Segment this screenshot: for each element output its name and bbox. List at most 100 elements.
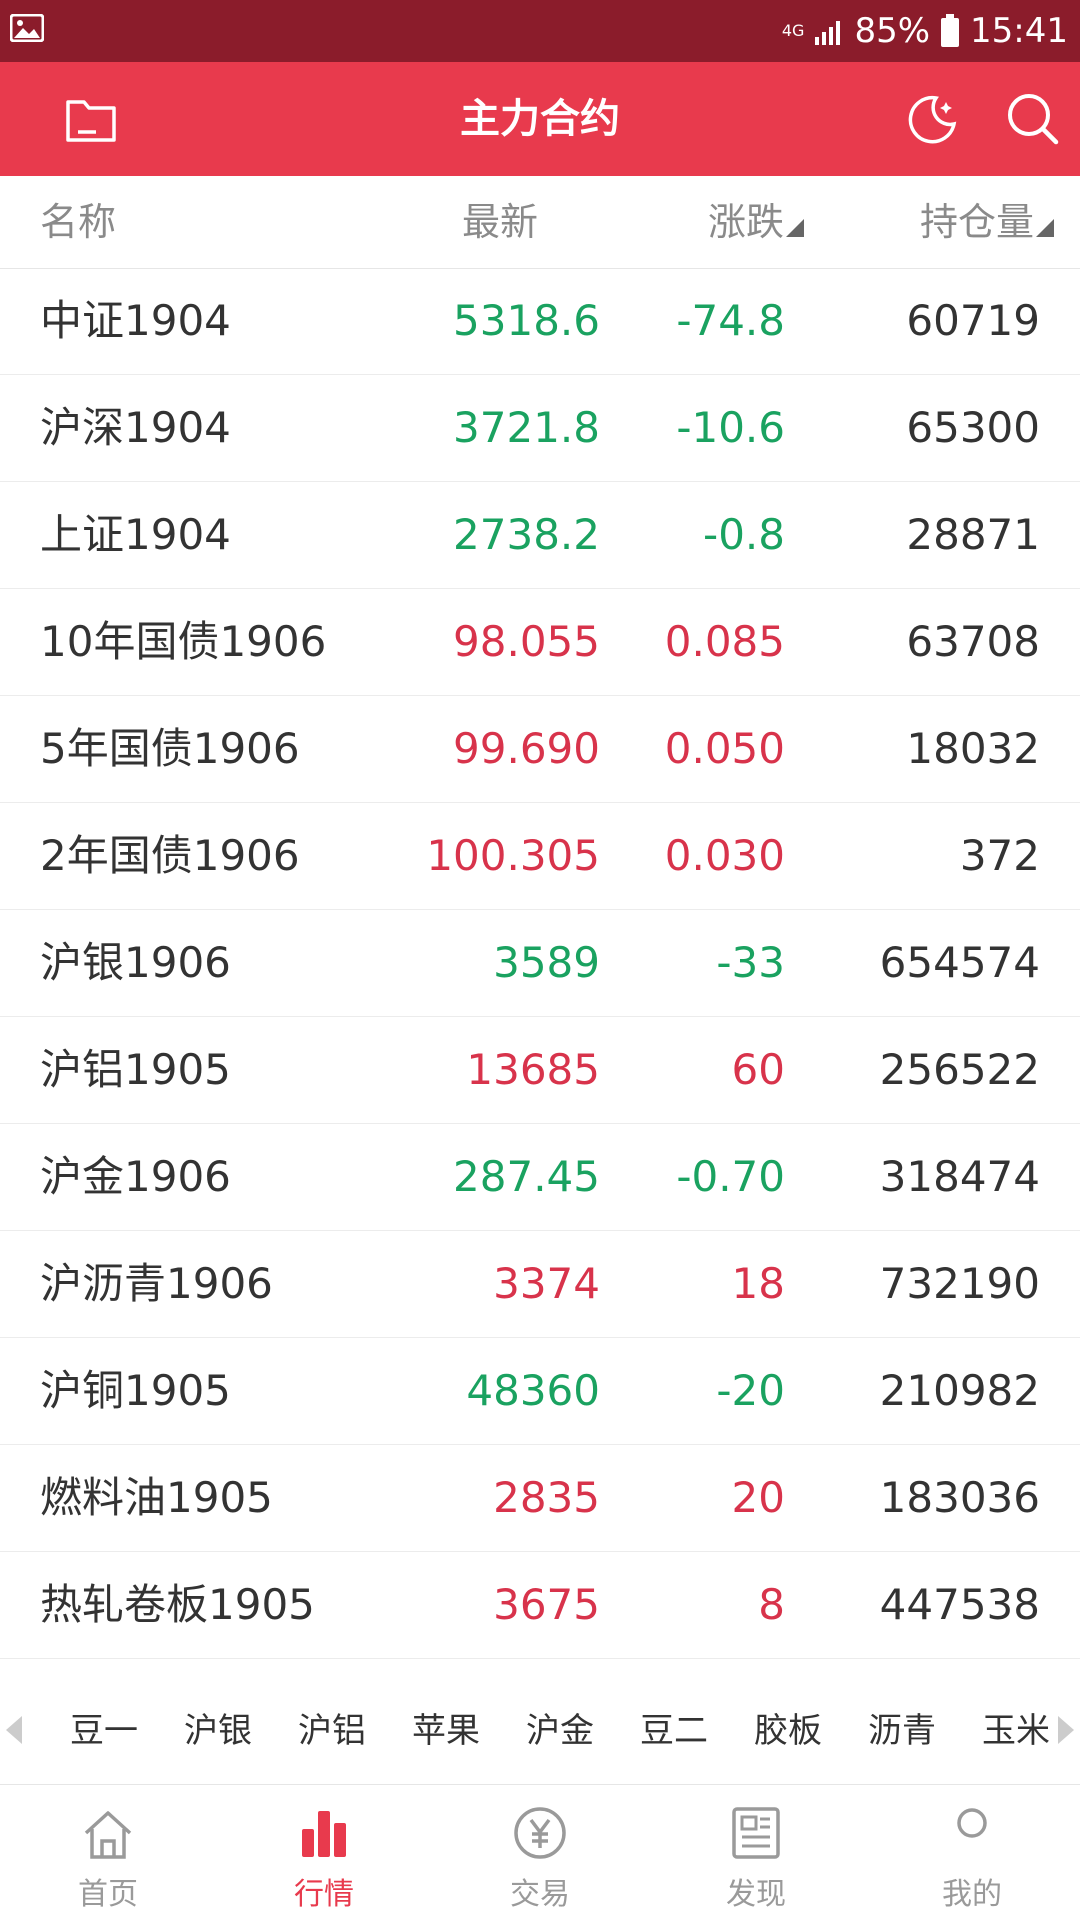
open-interest: 256522 (879, 1045, 1040, 1094)
contract-name: 沪银1906 (40, 938, 231, 987)
open-interest: 372 (959, 831, 1040, 880)
category-tab[interactable]: 胶板 (754, 1700, 822, 1762)
price-change: 60 (731, 1045, 785, 1094)
contract-name: 沪深1904 (40, 403, 231, 452)
nav-label: 首页 (78, 1877, 138, 1912)
contract-name: 10年国债1906 (40, 617, 327, 666)
quote-row[interactable]: 沪金1906 287.45 -0.70 318474 (0, 1124, 1080, 1231)
quote-row[interactable]: 沪深1904 3721.8 -10.6 65300 (0, 375, 1080, 482)
last-price: 2835 (493, 1473, 600, 1522)
price-change: 0.085 (664, 617, 785, 666)
quote-list: 中证1904 5318.6 -74.8 60719 沪深1904 3721.8 -10.6 6… (0, 268, 1080, 1659)
last-price: 99.690 (453, 724, 600, 773)
night-mode-icon[interactable] (902, 90, 960, 148)
price-change: 20 (731, 1473, 785, 1522)
category-tab[interactable]: 豆一 (70, 1700, 138, 1762)
nav-item-3[interactable]: 发现 (648, 1785, 864, 1921)
scroll-left-icon[interactable] (6, 1716, 22, 1744)
price-change: 8 (758, 1580, 785, 1629)
quote-row[interactable]: 中证1904 5318.6 -74.8 60719 (0, 268, 1080, 375)
quote-row[interactable]: 2年国债1906 100.305 0.030 372 (0, 803, 1080, 910)
contract-name: 中证1904 (40, 296, 231, 345)
contract-name: 沪铜1905 (40, 1366, 231, 1415)
bottom-navigation: 首页 行情 交易 发现 我的 (0, 1784, 1080, 1921)
image-notification-icon (10, 14, 44, 42)
quote-row[interactable]: 沪铜1905 48360 -20 210982 (0, 1338, 1080, 1445)
quote-row[interactable]: 5年国债1906 99.690 0.050 18032 (0, 696, 1080, 803)
column-last-header: 最新 (461, 200, 538, 244)
home-icon (84, 1811, 132, 1859)
last-price: 3374 (493, 1259, 600, 1308)
last-price: 48360 (466, 1366, 600, 1415)
price-change: -74.8 (676, 296, 785, 345)
signal-icon (815, 21, 841, 45)
column-change-label: 涨跌 (707, 200, 784, 244)
contract-name: 上证1904 (40, 510, 231, 559)
nav-item-0[interactable]: 首页 (0, 1785, 216, 1921)
last-price: 287.45 (453, 1152, 600, 1201)
open-interest: 447538 (879, 1580, 1040, 1629)
category-tab-bar: 豆一 沪银 沪铝 苹果 沪金 豆二 胶板 沥青 玉米 (0, 1700, 1080, 1762)
nav-item-2[interactable]: 交易 (432, 1785, 648, 1921)
market-chart-icon (302, 1811, 346, 1857)
last-price: 98.055 (453, 617, 600, 666)
contract-name: 沪金1906 (40, 1152, 231, 1201)
nav-label: 行情 (294, 1877, 354, 1912)
last-price: 3675 (493, 1580, 600, 1629)
open-interest: 65300 (906, 403, 1040, 452)
quote-row[interactable]: 沪铝1905 13685 60 256522 (0, 1017, 1080, 1124)
price-change: -0.70 (676, 1152, 785, 1201)
category-tab[interactable]: 苹果 (412, 1700, 480, 1762)
quote-row[interactable]: 沪银1906 3589 -33 654574 (0, 910, 1080, 1017)
quote-row[interactable]: 热轧卷板1905 3675 8 447538 (0, 1552, 1080, 1659)
price-change: 0.030 (664, 831, 785, 880)
contract-name: 沪铝1905 (40, 1045, 231, 1094)
price-change: 0.050 (664, 724, 785, 773)
category-tab[interactable]: 沪铝 (298, 1700, 366, 1762)
user-icon (957, 1808, 987, 1838)
nav-label: 发现 (726, 1877, 786, 1912)
last-price: 3589 (493, 938, 600, 987)
nav-item-1[interactable]: 行情 (216, 1785, 432, 1921)
open-interest: 63708 (906, 617, 1040, 666)
quote-row[interactable]: 燃料油1905 2835 20 183036 (0, 1445, 1080, 1552)
price-change: -10.6 (676, 403, 785, 452)
open-interest: 732190 (879, 1259, 1040, 1308)
open-interest: 654574 (879, 938, 1040, 987)
column-oi-label: 持仓量 (919, 200, 1034, 244)
category-tab[interactable]: 沪银 (184, 1700, 252, 1762)
scroll-right-icon[interactable] (1058, 1716, 1074, 1744)
contract-name: 燃料油1905 (40, 1473, 273, 1522)
battery-percent: 85% (854, 11, 931, 51)
nav-item-4[interactable]: 我的 (864, 1785, 1080, 1921)
last-price: 100.305 (426, 831, 600, 880)
category-tab[interactable]: 玉米 (982, 1700, 1050, 1762)
nav-label: 交易 (510, 1877, 570, 1912)
price-change: -33 (716, 938, 785, 987)
open-interest: 210982 (879, 1366, 1040, 1415)
status-bar: 4G 85% 15:41 (0, 0, 1080, 62)
column-change-header[interactable]: 涨跌 (708, 176, 804, 268)
quote-row[interactable]: 10年国债1906 98.055 0.085 63708 (0, 589, 1080, 696)
price-change: -0.8 (703, 510, 785, 559)
sort-indicator-icon (1036, 219, 1054, 237)
price-change: -20 (716, 1366, 785, 1415)
quote-row[interactable]: 沪沥青1906 3374 18 732190 (0, 1231, 1080, 1338)
category-tab[interactable]: 豆二 (640, 1700, 708, 1762)
nav-label: 我的 (942, 1877, 1002, 1912)
search-icon[interactable] (1004, 90, 1062, 148)
open-interest: 60719 (906, 296, 1040, 345)
category-tab[interactable]: 沥青 (868, 1700, 936, 1762)
quote-row[interactable]: 上证1904 2738.2 -0.8 28871 (0, 482, 1080, 589)
column-oi-header[interactable]: 持仓量 (920, 176, 1054, 268)
yuan-coin-icon (514, 1807, 566, 1859)
category-tab[interactable]: 沪金 (526, 1700, 594, 1762)
sort-indicator-icon (786, 219, 804, 237)
last-price: 3721.8 (453, 403, 600, 452)
battery-icon (941, 14, 960, 47)
open-interest: 28871 (906, 510, 1040, 559)
column-name-header: 名称 (40, 200, 117, 244)
contract-name: 热轧卷板1905 (40, 1580, 315, 1629)
open-interest: 318474 (879, 1152, 1040, 1201)
network-type: 4G (781, 21, 805, 40)
